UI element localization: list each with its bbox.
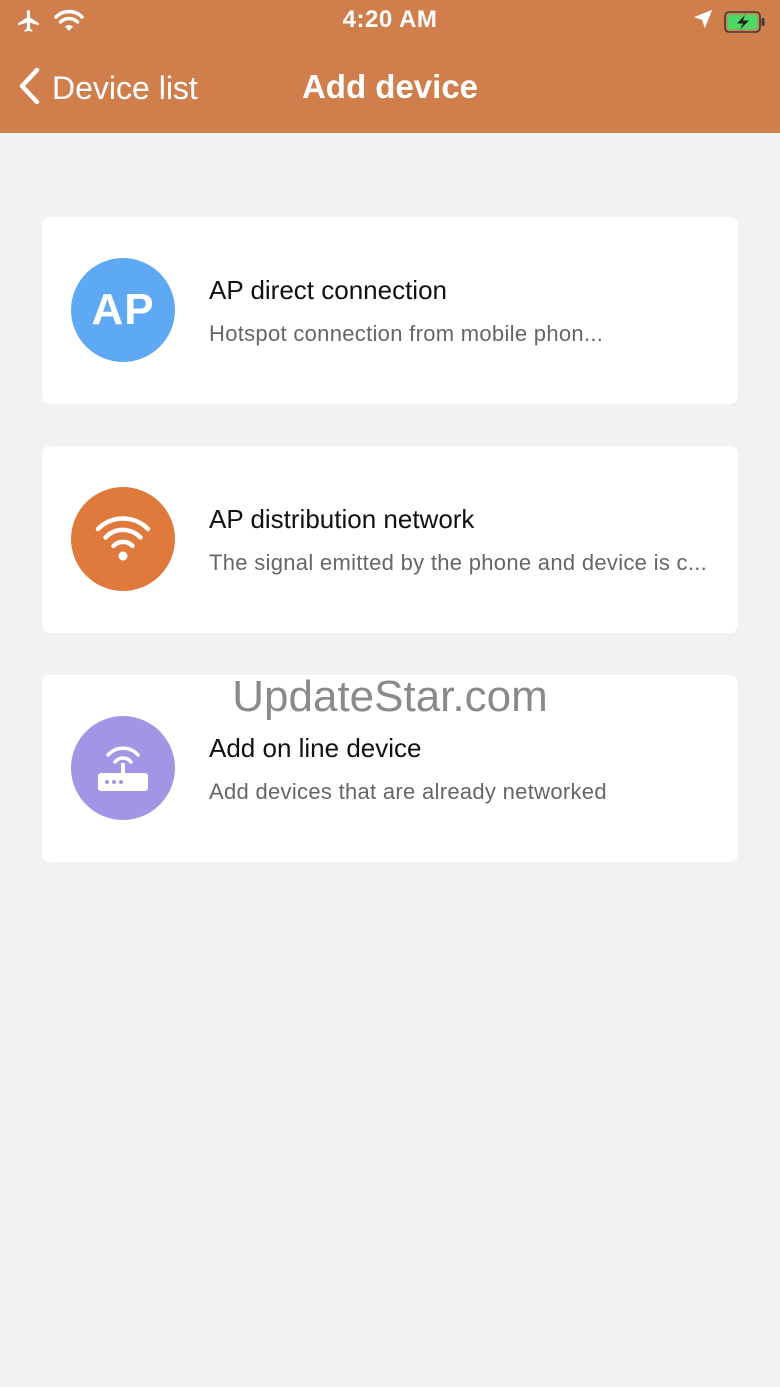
router-icon: [71, 716, 175, 820]
battery-charging-icon: [724, 10, 765, 33]
app-header: 4:20 AM Device list Add device: [0, 0, 780, 133]
card-subtitle: Hotspot connection from mobile phon...: [209, 321, 604, 346]
location-arrow-icon: [692, 8, 714, 35]
card-subtitle: Add devices that are already networked: [209, 779, 607, 804]
card-title: AP distribution network: [209, 504, 475, 534]
ap-icon-text: AP: [91, 285, 155, 334]
ap-icon: AP: [71, 258, 175, 362]
wifi-icon: [71, 487, 175, 591]
card-subtitle: The signal emitted by the phone and devi…: [209, 550, 708, 575]
page-title: Add device: [301, 68, 479, 105]
status-bar: 4:20 AM: [0, 0, 780, 44]
card-title: AP direct connection: [209, 275, 447, 305]
card-ap-direct-connection[interactable]: AP AP direct connection Hotspot connecti…: [42, 217, 738, 404]
card-title: Add on line device: [209, 733, 422, 763]
card-add-online-device[interactable]: Add on line device Add devices that are …: [42, 675, 738, 862]
nav-bar: Device list Add device: [0, 44, 780, 133]
card-ap-distribution-network[interactable]: AP distribution network The signal emitt…: [42, 446, 738, 633]
status-right: [692, 8, 765, 35]
status-time: 4:20 AM: [342, 6, 438, 33]
